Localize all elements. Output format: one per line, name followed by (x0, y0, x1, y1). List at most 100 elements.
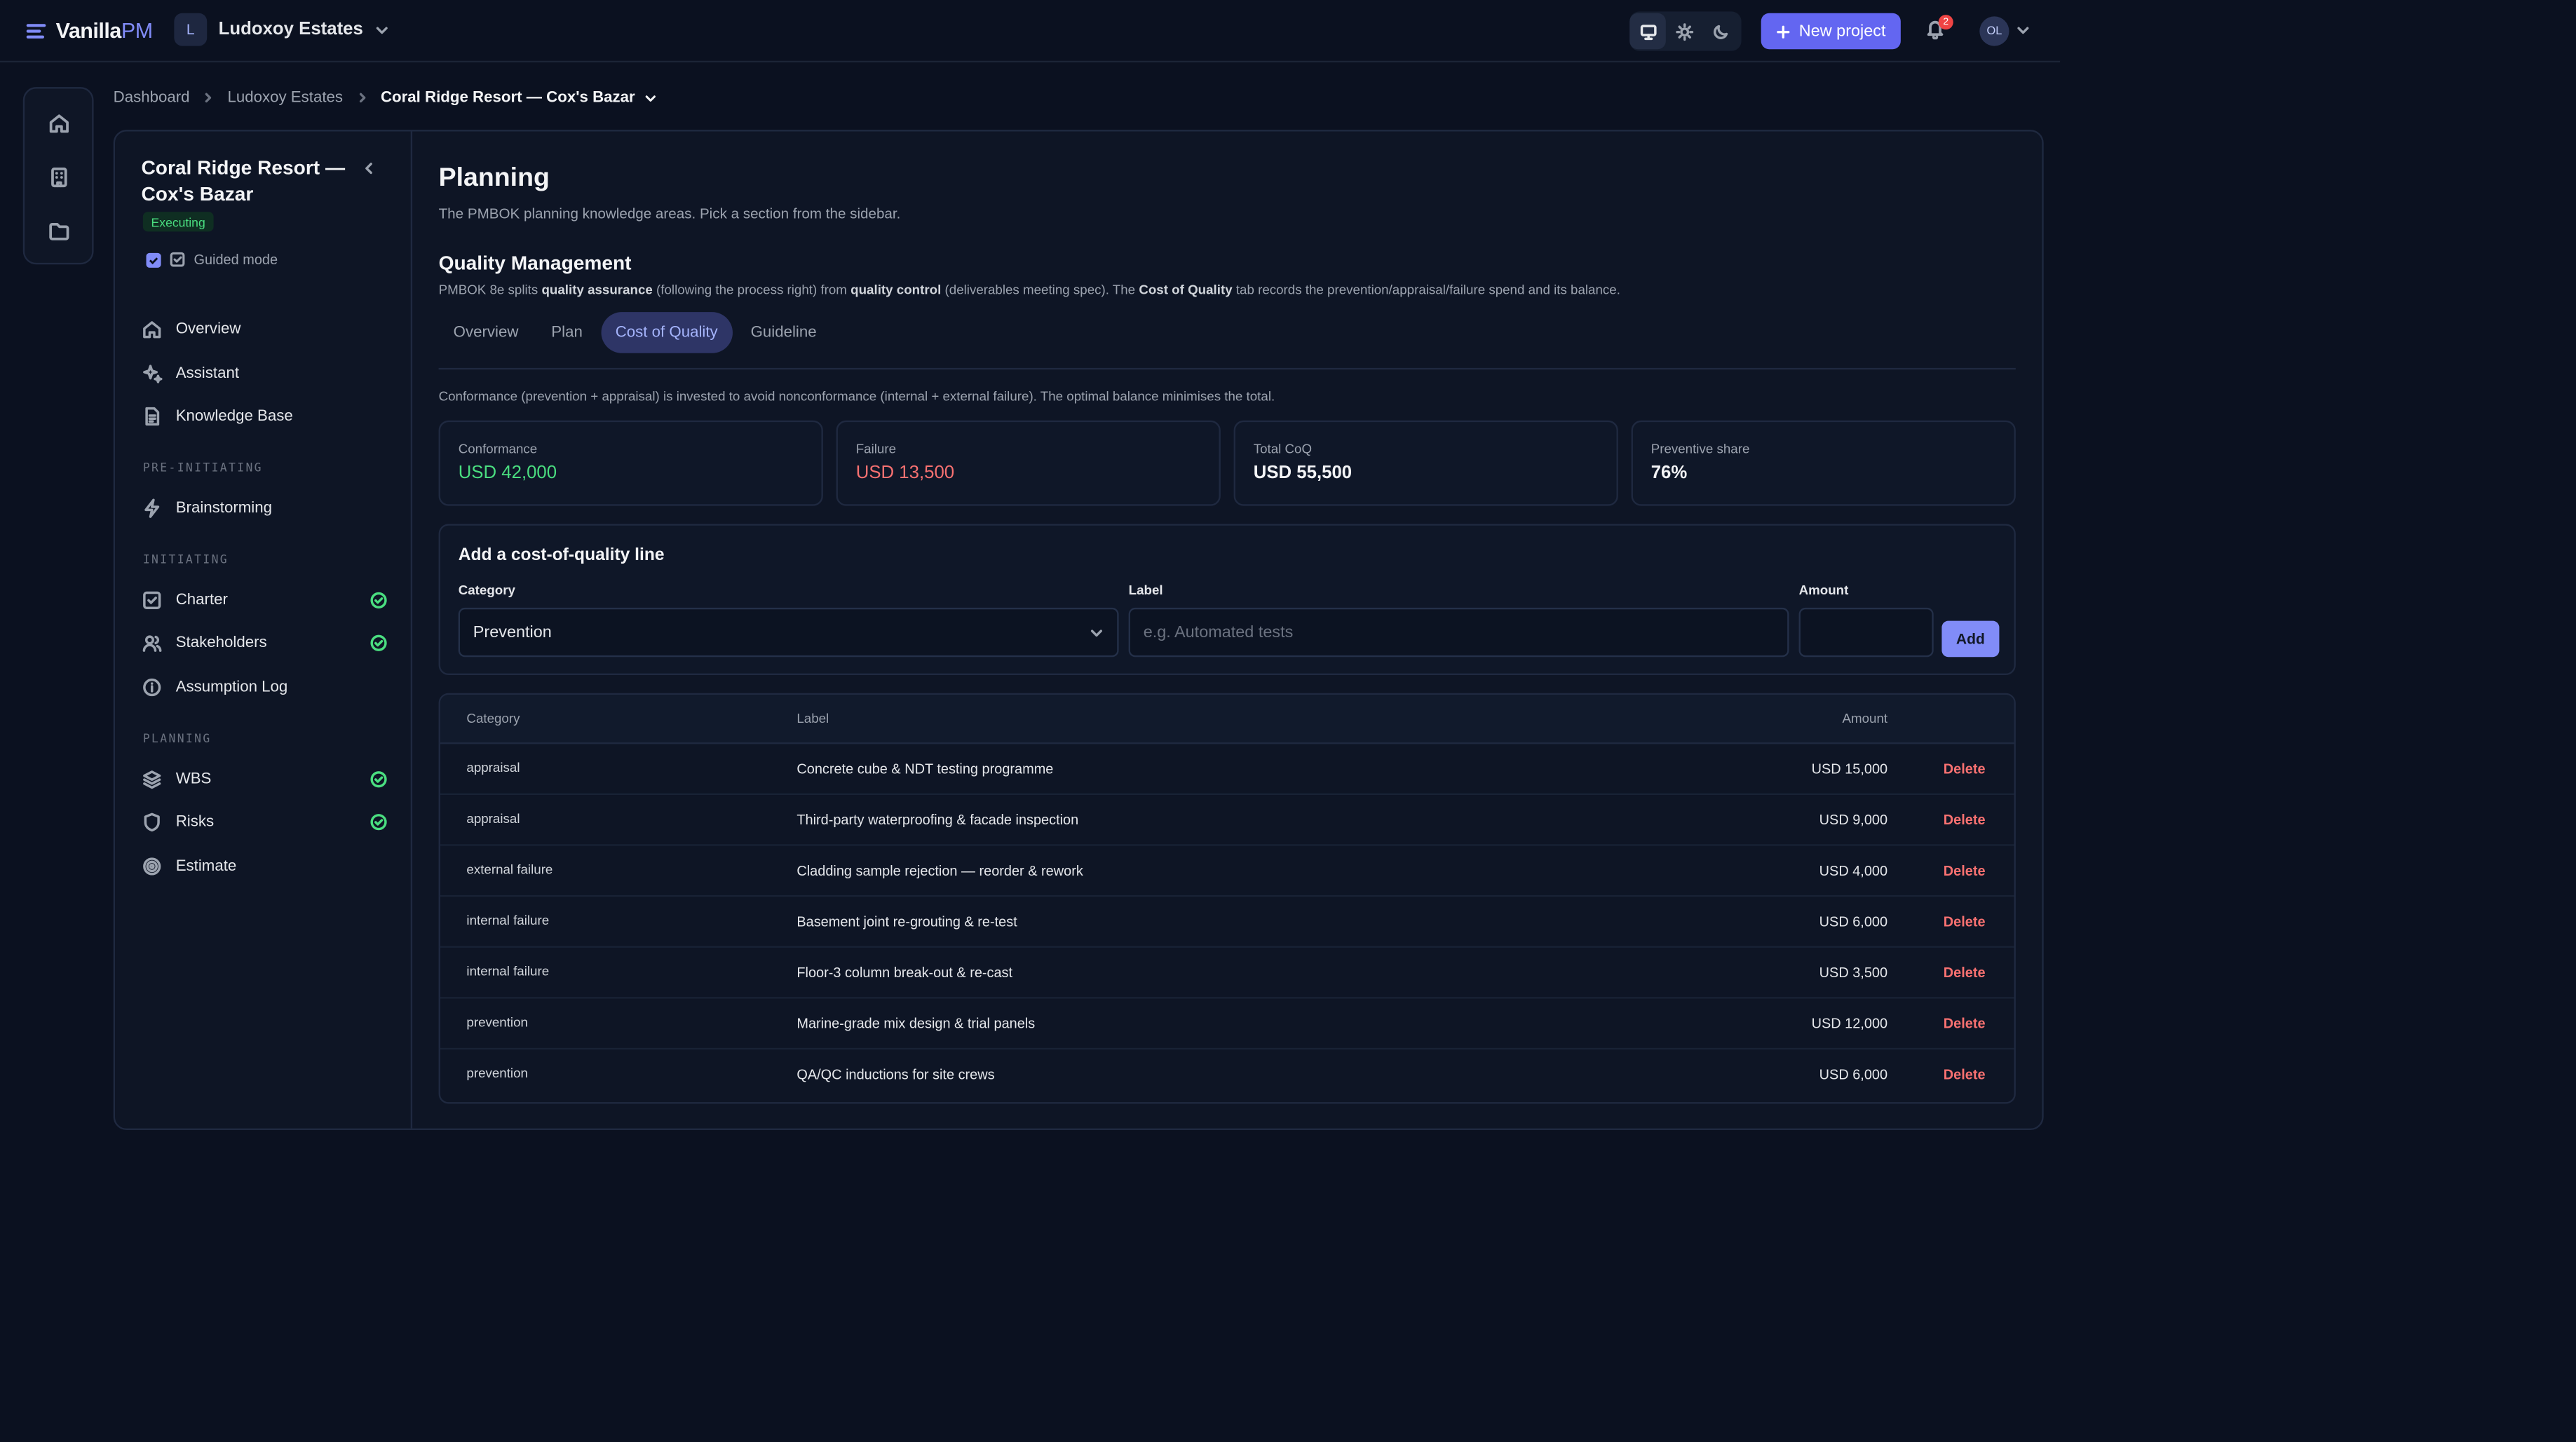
stat-value: USD 55,500 (1253, 463, 1353, 483)
menu-logo-icon (26, 23, 46, 38)
coq-note: Conformance (prevention + appraisal) is … (438, 389, 1275, 404)
folder-icon (49, 222, 69, 240)
status-badge: Executing (142, 212, 214, 232)
breadcrumb-dashboard[interactable]: Dashboard (114, 89, 190, 107)
top-bar: VanillaPM L Ludoxoy Estates New project (0, 0, 2061, 63)
stat-total-coq: Total CoQ USD 55,500 (1233, 420, 1618, 506)
amount-field-label: Amount (1798, 583, 1849, 598)
check-circle-icon (370, 634, 387, 651)
new-project-label: New project (1798, 22, 1886, 41)
org-switcher[interactable]: L Ludoxoy Estates (174, 13, 389, 46)
delete-button[interactable]: Delete (1944, 811, 1986, 827)
sidebar-item-risks[interactable]: Risks (141, 805, 387, 838)
stat-value: USD 13,500 (855, 463, 955, 483)
desc-term-qa: quality assurance (541, 282, 653, 298)
stat-failure: Failure USD 13,500 (836, 420, 1221, 506)
label-input[interactable]: e.g. Automated tests (1128, 607, 1789, 658)
sidebar-item-stakeholders[interactable]: Stakeholders (141, 626, 387, 659)
sidebar-item-brainstorming[interactable]: Brainstorming (141, 491, 387, 524)
theme-system-button[interactable] (1629, 13, 1666, 50)
chevron-down-icon (1090, 629, 1102, 636)
user-avatar[interactable]: OL (1979, 16, 2009, 46)
brand-logo[interactable]: VanillaPM (26, 18, 153, 43)
sidebar-item-label: Risks (175, 812, 215, 831)
app-name: VanillaPM (56, 18, 153, 43)
new-project-button[interactable]: New project (1761, 13, 1901, 50)
layers-icon (143, 769, 161, 789)
breadcrumb-project[interactable]: Coral Ridge Resort — Cox's Bazar (381, 89, 656, 107)
guided-mode-checkbox[interactable] (146, 252, 161, 267)
stat-conformance: Conformance USD 42,000 (438, 420, 823, 506)
table-row: appraisal Concrete cube & NDT testing pr… (440, 742, 2014, 796)
sidebar-section-pre-initiating: PRE-INITIATING (142, 461, 263, 475)
sidebar-item-label: WBS (175, 769, 212, 788)
form-title: Add a cost-of-quality line (458, 545, 665, 565)
sidebar-item-assumption-log[interactable]: Assumption Log (141, 670, 387, 703)
home-icon (49, 114, 69, 133)
category-select-value: Prevention (473, 623, 552, 641)
delete-button[interactable]: Delete (1944, 761, 1986, 777)
delete-button[interactable]: Delete (1944, 964, 1986, 980)
bolt-icon (144, 498, 160, 517)
delete-button[interactable]: Delete (1944, 1015, 1986, 1031)
rail-organization-button[interactable] (48, 166, 71, 189)
sidebar-item-knowledge-base[interactable]: Knowledge Base (141, 399, 387, 432)
add-button[interactable]: Add (1941, 620, 2000, 658)
add-coq-line-form: Add a cost-of-quality line Category Prev… (438, 524, 2016, 675)
category-select[interactable]: Prevention (458, 607, 1119, 658)
tab-cost-of-quality[interactable]: Cost of Quality (600, 312, 733, 353)
desc-term-qc: quality control (850, 282, 942, 298)
guided-mode-label: Guided mode (194, 251, 278, 268)
sidebar-item-estimate[interactable]: Estimate (141, 849, 387, 882)
column-header-amount: Amount (1842, 711, 1888, 726)
delete-button[interactable]: Delete (1944, 862, 1986, 878)
sidebar-item-charter[interactable]: Charter (141, 583, 387, 616)
cell-category: prevention (466, 1014, 528, 1031)
theme-switcher (1629, 11, 1742, 51)
delete-button[interactable]: Delete (1944, 1066, 1986, 1082)
sidebar-item-label: Assistant (175, 363, 240, 382)
sidebar-item-label: Charter (175, 590, 228, 609)
chevron-down-icon (644, 95, 655, 101)
cell-category: internal failure (466, 964, 550, 979)
tab-overview[interactable]: Overview (439, 312, 534, 353)
stat-label: Failure (855, 442, 896, 457)
page-subtitle: The PMBOK planning knowledge areas. Pick… (438, 205, 901, 222)
section-description: PMBOK 8e splits quality assurance (follo… (439, 283, 1620, 297)
collapse-sidebar-button[interactable] (361, 161, 376, 176)
theme-light-button[interactable] (1666, 13, 1702, 50)
cell-category: prevention (466, 1066, 528, 1081)
theme-dark-button[interactable] (1702, 13, 1738, 50)
guided-mode-toggle[interactable]: Guided mode (146, 251, 278, 268)
sidebar-item-assistant[interactable]: Assistant (141, 356, 387, 389)
moon-icon (1712, 24, 1728, 39)
stat-value: USD 42,000 (458, 463, 557, 483)
cell-category: external failure (466, 862, 553, 878)
cell-category: appraisal (466, 811, 520, 827)
section-title: Quality Management (438, 251, 632, 275)
table-row: appraisal Third-party waterproofing & fa… (440, 794, 2014, 846)
table-row: external failure Cladding sample rejecti… (440, 844, 2014, 897)
rail-projects-button[interactable] (48, 220, 71, 243)
stat-label: Total CoQ (1253, 442, 1313, 457)
cell-amount: USD 15,000 (1811, 760, 1888, 777)
sidebar-item-label: Estimate (175, 856, 237, 875)
stat-value: 76% (1650, 463, 1688, 483)
user-menu-chevron[interactable] (2016, 23, 2031, 38)
sparkles-icon (143, 364, 163, 383)
breadcrumb: Dashboard Ludoxoy Estates Coral Ridge Re… (114, 89, 657, 107)
building-icon (51, 167, 67, 188)
cell-amount: USD 4,000 (1819, 862, 1888, 879)
tab-plan[interactable]: Plan (536, 312, 597, 353)
sidebar-item-label: Knowledge Base (175, 406, 293, 425)
check-icon (149, 257, 158, 264)
amount-input[interactable] (1798, 607, 1934, 658)
tab-guideline[interactable]: Guideline (735, 312, 831, 353)
sidebar-item-wbs[interactable]: WBS (141, 762, 387, 795)
sun-icon (1675, 22, 1693, 40)
check-circle-icon (370, 591, 387, 608)
rail-home-button[interactable] (48, 111, 71, 135)
sidebar-item-overview[interactable]: Overview (141, 312, 387, 345)
delete-button[interactable]: Delete (1944, 913, 1986, 930)
breadcrumb-org[interactable]: Ludoxoy Estates (227, 89, 343, 107)
